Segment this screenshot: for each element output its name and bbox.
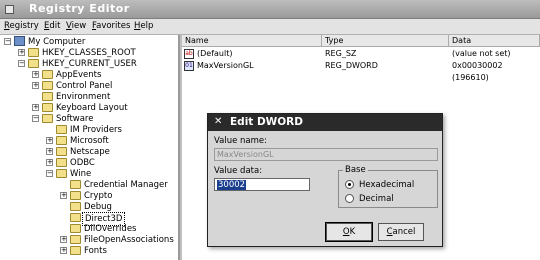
folder-icon [70, 224, 81, 233]
value-name-label: Value name: [214, 136, 268, 146]
edit-dword-dialog: ✕ Edit DWORD Value name: MaxVersionGL Va… [207, 113, 443, 247]
value-name: MaxVersionGL [197, 61, 254, 70]
value-data-text: 30002 [217, 180, 247, 190]
string-value-icon: ab [184, 49, 194, 59]
folder-icon [42, 70, 53, 79]
expand-toggle-icon[interactable]: + [46, 137, 53, 144]
folder-icon [42, 114, 53, 123]
expand-toggle-icon[interactable]: + [32, 104, 39, 111]
expand-toggle-icon[interactable]: + [46, 159, 53, 166]
menu-help[interactable]: Help [134, 21, 153, 31]
expand-toggle-icon[interactable]: + [60, 247, 67, 254]
collapse-toggle-icon[interactable]: − [4, 38, 11, 45]
value-name: (Default) [197, 49, 233, 58]
column-header-data[interactable]: Data [449, 35, 540, 47]
value-data-input[interactable]: 30002 [214, 178, 310, 191]
menu-registry[interactable]: Registry [4, 21, 39, 31]
folder-icon [56, 169, 67, 178]
folder-icon [70, 246, 81, 255]
table-row[interactable]: ab (Default) REG_SZ (value not set) [182, 48, 540, 60]
value-type: REG_DWORD [325, 61, 378, 70]
menu-view[interactable]: View [66, 21, 86, 31]
computer-icon [14, 36, 25, 46]
binary-value-icon: 01 [184, 61, 194, 71]
folder-icon [28, 59, 39, 68]
expand-toggle-icon[interactable]: + [46, 148, 53, 155]
hexadecimal-label[interactable]: Hexadecimal [359, 180, 414, 190]
folder-icon [42, 103, 53, 112]
folder-icon [42, 81, 53, 90]
window-titlebar: Registry Editor [0, 0, 540, 19]
folder-icon [56, 136, 67, 145]
menu-bar: Registry Edit View Favorites Help [0, 19, 540, 35]
column-header-name[interactable]: Name [182, 35, 322, 47]
registry-tree[interactable]: − My Computer + HKEY_CLASSES_ROOT − HKEY… [0, 35, 180, 260]
cancel-button[interactable]: Cancel [378, 223, 424, 241]
ok-button[interactable]: OK [325, 222, 373, 242]
menu-edit[interactable]: Edit [44, 21, 60, 31]
system-menu-icon[interactable] [5, 5, 14, 14]
decimal-label[interactable]: Decimal [359, 194, 394, 204]
menu-favorites[interactable]: Favorites [92, 21, 130, 31]
decimal-radio[interactable] [345, 194, 354, 203]
dialog-titlebar: ✕ Edit DWORD [208, 114, 442, 131]
folder-icon [42, 92, 53, 101]
folder-icon [56, 125, 67, 134]
value-data-label: Value data: [214, 166, 263, 176]
hexadecimal-radio[interactable] [345, 180, 354, 189]
folder-icon [28, 48, 39, 57]
value-data: (value not set) [452, 49, 511, 58]
value-name-field: MaxVersionGL [214, 148, 438, 161]
base-label: Base [343, 165, 368, 175]
folder-icon [56, 158, 67, 167]
close-icon[interactable]: ✕ [214, 116, 222, 127]
value-data: 0x00030002 (196610) [452, 61, 503, 82]
table-row[interactable]: 01 MaxVersionGL REG_DWORD 0x00030002 (19… [182, 60, 540, 82]
folder-icon [56, 147, 67, 156]
folder-icon [70, 180, 81, 189]
collapse-toggle-icon[interactable]: − [18, 60, 25, 67]
collapse-toggle-icon[interactable]: − [32, 115, 39, 122]
value-type: REG_SZ [325, 49, 357, 58]
folder-icon [70, 213, 81, 222]
expand-toggle-icon[interactable]: + [18, 49, 25, 56]
expand-toggle-icon[interactable]: + [32, 71, 39, 78]
dialog-title: Edit DWORD [230, 116, 303, 128]
expand-toggle-icon[interactable]: + [60, 236, 67, 243]
window-title: Registry Editor [29, 2, 130, 15]
expand-toggle-icon[interactable]: + [32, 82, 39, 89]
tree-item-label: Fonts [84, 246, 107, 256]
folder-icon [70, 191, 81, 200]
folder-icon [70, 235, 81, 244]
column-header-type[interactable]: Type [322, 35, 449, 47]
collapse-toggle-icon[interactable]: − [46, 170, 53, 177]
base-group: Base Hexadecimal Decimal [338, 165, 438, 208]
expand-toggle-icon[interactable]: + [60, 192, 67, 199]
folder-icon [70, 202, 81, 211]
